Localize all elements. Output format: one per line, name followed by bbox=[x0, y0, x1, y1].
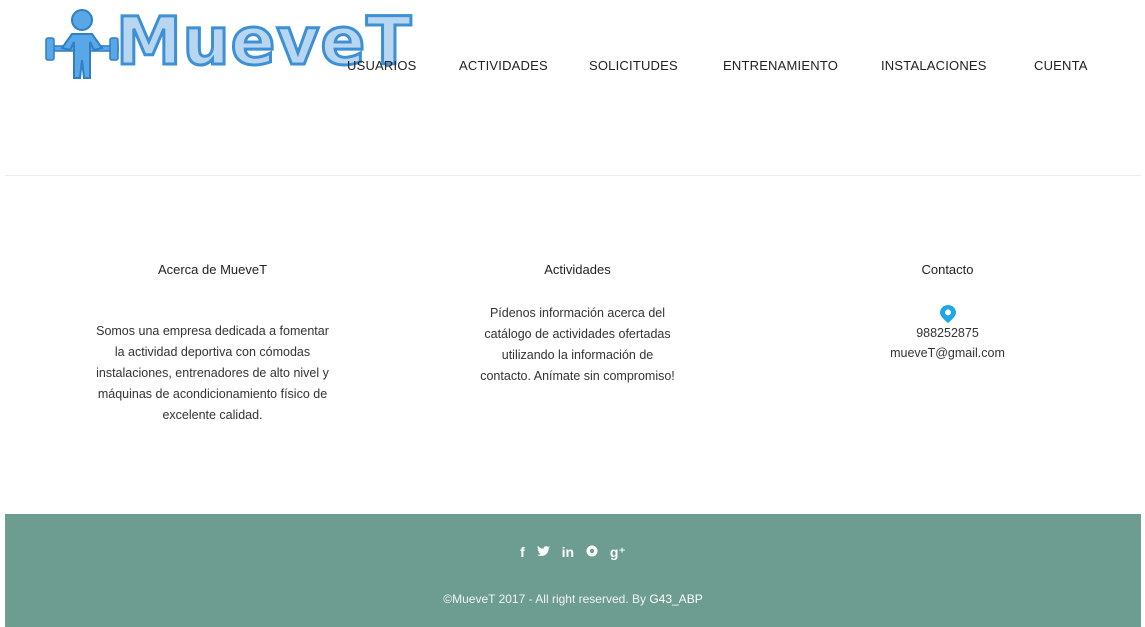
about-section: Acerca de MueveT Somos una empresa dedic… bbox=[95, 262, 330, 426]
author-link[interactable]: G43_ABP bbox=[649, 592, 702, 606]
nav-item-entrenamiento[interactable]: ENTRENAMIENTO bbox=[723, 58, 838, 73]
location-pin-icon bbox=[939, 305, 956, 323]
contact-phone: 988252875 bbox=[916, 326, 979, 340]
facebook-icon[interactable]: f bbox=[520, 544, 525, 560]
contact-title: Contacto bbox=[921, 262, 974, 277]
activities-title: Actividades bbox=[544, 262, 611, 277]
linkedin-icon[interactable]: in bbox=[562, 544, 574, 560]
pinterest-icon[interactable] bbox=[586, 544, 598, 560]
nav-item-solicitudes[interactable]: SOLICITUDES bbox=[589, 58, 678, 73]
activities-section: Actividades Pídenos información acerca d… bbox=[475, 262, 680, 387]
nav-item-cuenta[interactable]: CUENTA bbox=[1034, 58, 1088, 73]
activities-text: Pídenos información acerca del catálogo … bbox=[480, 306, 675, 383]
nav-item-actividades[interactable]: ACTIVIDADES bbox=[459, 58, 548, 73]
copyright-label: ©MueveT 2017 - All right reserved. By bbox=[443, 592, 650, 606]
nav-item-instalaciones[interactable]: INSTALACIONES bbox=[881, 58, 987, 73]
twitter-icon[interactable] bbox=[536, 544, 550, 560]
copyright-text: ©MueveT 2017 - All right reserved. By G4… bbox=[5, 592, 1141, 606]
main-nav: USUARIOS ACTIVIDADES SOLICITUDES ENTRENA… bbox=[0, 58, 1145, 80]
nav-item-usuarios[interactable]: USUARIOS bbox=[347, 58, 417, 73]
site-footer: f in g⁺ ©MueveT 2017 - All right reserve… bbox=[5, 514, 1141, 627]
header-divider bbox=[5, 175, 1141, 176]
googleplus-icon[interactable]: g⁺ bbox=[610, 544, 626, 561]
about-text: Somos una empresa dedicada a fomentar la… bbox=[96, 324, 329, 422]
about-title: Acerca de MueveT bbox=[157, 262, 268, 277]
contact-section: Contacto 988252875 mueveT@gmail.com bbox=[880, 262, 1015, 363]
contact-email: mueveT@gmail.com bbox=[890, 346, 1005, 360]
social-links: f in g⁺ bbox=[5, 544, 1141, 561]
